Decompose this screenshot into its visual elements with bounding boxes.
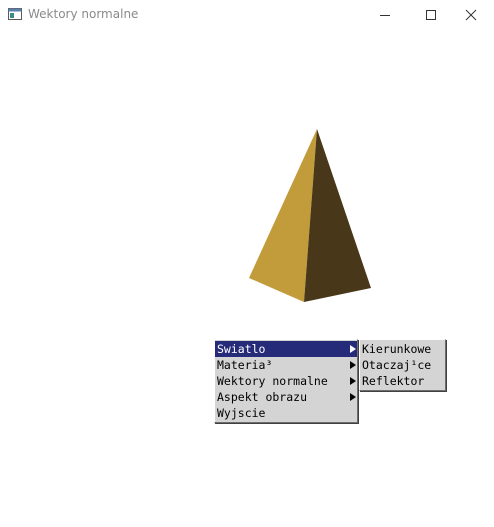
- close-button[interactable]: [448, 0, 494, 30]
- submenu-arrow-icon: [350, 377, 356, 385]
- submenu-item-label: Kierunkowe: [362, 342, 432, 356]
- menu-item-label: Wektory normalne: [217, 374, 328, 388]
- submenu-swiatlo: Kierunkowe Otaczaj¹ce Reflektor: [359, 339, 446, 391]
- render-canvas[interactable]: [0, 30, 494, 527]
- minimize-icon: [380, 15, 390, 16]
- submenu-item-otaczajace[interactable]: Otaczaj¹ce: [360, 357, 445, 373]
- app-window-icon: [8, 8, 22, 20]
- submenu-item-reflektor[interactable]: Reflektor: [360, 373, 445, 389]
- app-window: Wektory normalne Swiatlo Materia³ Wektor…: [0, 0, 494, 527]
- menu-item-label: Materia³: [217, 358, 273, 372]
- menu-item-label: Swiatlo: [217, 342, 266, 356]
- menu-item-label: Wyjscie: [217, 406, 266, 420]
- window-title: Wektory normalne: [28, 7, 139, 21]
- submenu-item-kierunkowe[interactable]: Kierunkowe: [360, 341, 445, 357]
- close-icon: [465, 9, 477, 21]
- context-menu: Swiatlo Materia³ Wektory normalne Aspekt…: [214, 339, 358, 423]
- submenu-arrow-icon: [350, 361, 356, 369]
- minimize-button[interactable]: [362, 0, 408, 30]
- submenu-item-label: Reflektor: [362, 374, 425, 388]
- menu-item-label: Aspekt obrazu: [217, 390, 308, 404]
- title-bar[interactable]: Wektory normalne: [0, 0, 494, 30]
- menu-item-wektory-normalne[interactable]: Wektory normalne: [215, 373, 357, 389]
- menu-item-swiatlo[interactable]: Swiatlo: [215, 341, 357, 357]
- menu-item-aspekt-obrazu[interactable]: Aspekt obrazu: [215, 389, 357, 405]
- submenu-arrow-icon: [350, 345, 356, 353]
- maximize-icon: [426, 10, 436, 20]
- submenu-arrow-icon: [350, 393, 356, 401]
- submenu-item-label: Otaczaj¹ce: [362, 358, 432, 372]
- menu-item-materia[interactable]: Materia³: [215, 357, 357, 373]
- menu-item-wyjscie[interactable]: Wyjscie: [215, 405, 357, 421]
